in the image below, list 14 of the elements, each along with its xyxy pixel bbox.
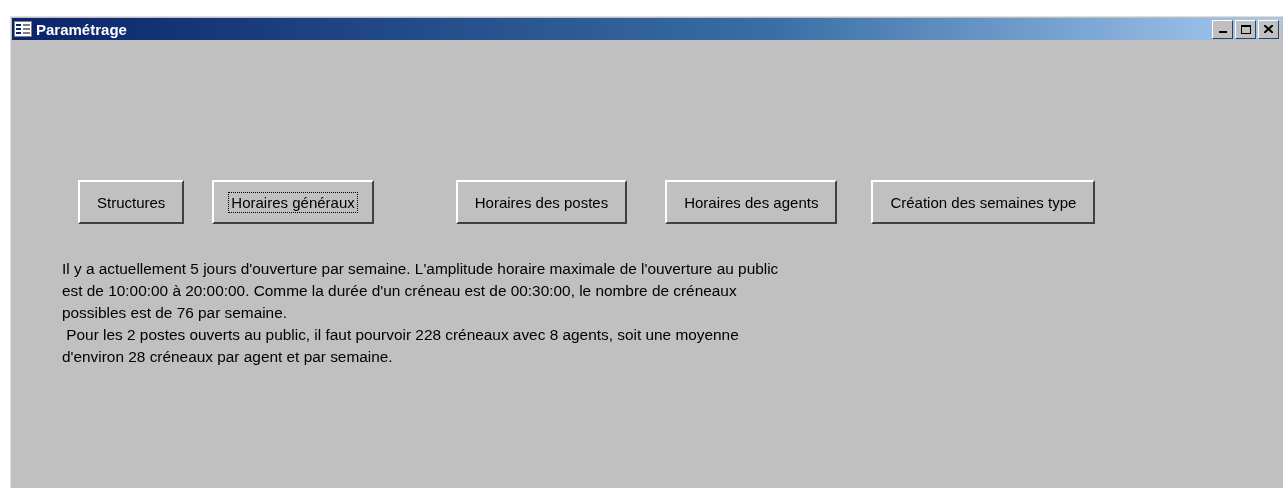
close-button[interactable] <box>1258 19 1279 39</box>
nav-button[interactable]: Horaires des postes <box>455 180 628 224</box>
maximize-button[interactable] <box>1235 19 1256 39</box>
nav-button[interactable]: Structures <box>78 180 185 224</box>
info-paragraph: Il y a actuellement 5 jours d'ouverture par semaine. L'amplitude horaire maximale de l'ouverture au public est de 10:00:00 à 20:00:00. Comme la durée d'un créneau est de 00:30:00, le nombre de créneaux possibles est de 76 par semaine. <box>62 259 780 323</box>
nav-button[interactable]: Horaires généraux <box>212 180 374 224</box>
nav-button[interactable]: Création des semaines type <box>871 180 1096 224</box>
nav-button[interactable]: Horaires des agents <box>665 180 838 224</box>
minimize-button[interactable] <box>1212 19 1233 39</box>
window-title: Paramétrage <box>36 20 128 38</box>
form-icon <box>14 21 32 37</box>
info-paragraph: Pour les 2 postes ouverts au public, il faut pourvoir 228 créneaux avec 8 agents, soit une moyenne d'environ 28 créneaux par agent et par semaine. <box>62 325 740 367</box>
close-icon <box>1264 25 1273 33</box>
maximize-icon <box>1240 24 1251 34</box>
